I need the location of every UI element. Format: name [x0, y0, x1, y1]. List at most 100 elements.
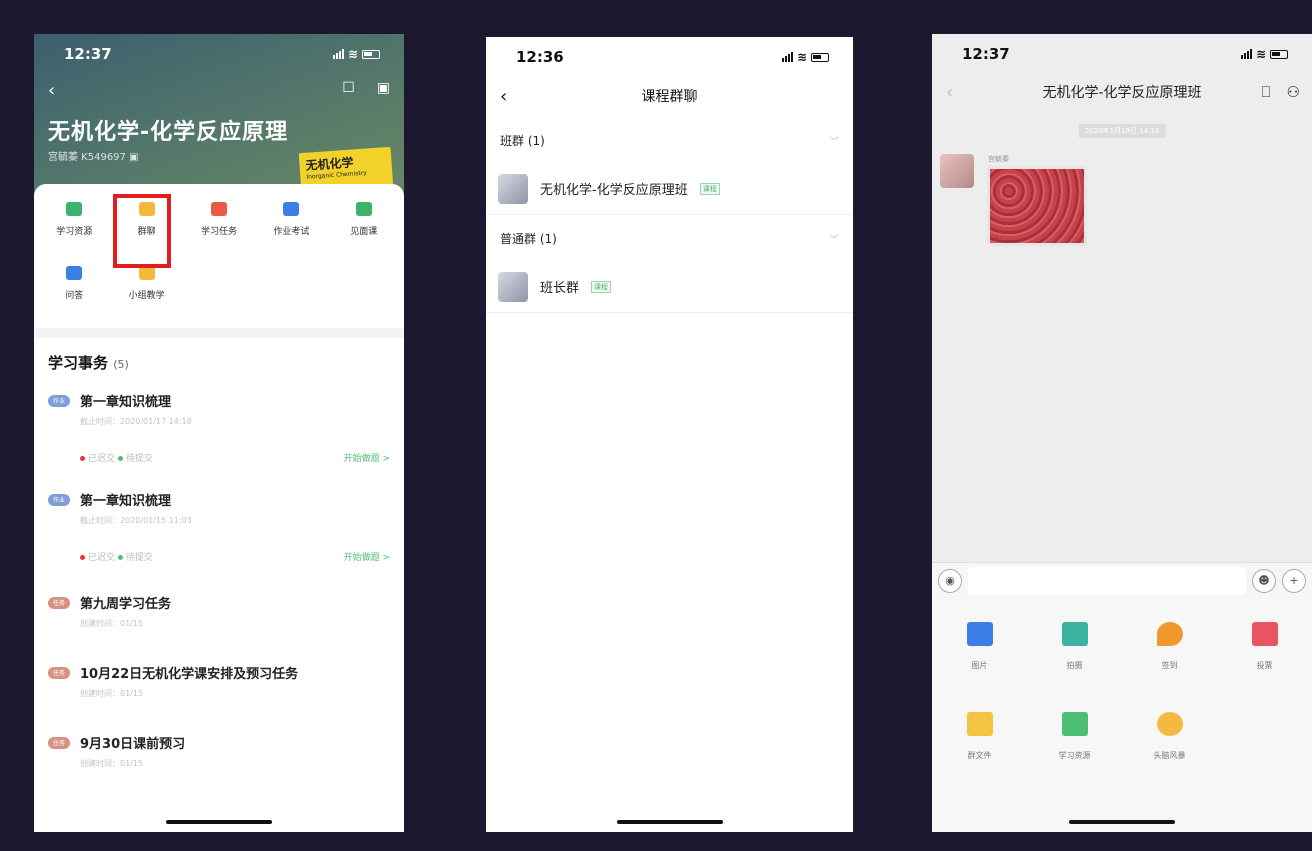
folder-icon: [66, 202, 83, 216]
tool-label: 作业考试: [273, 227, 310, 237]
task-status-late: 已迟交: [88, 454, 116, 464]
group-item[interactable]: 班长群 课程: [486, 261, 853, 313]
pen-icon: [283, 202, 300, 216]
task-status-pending: 待提交: [125, 454, 153, 464]
start-button[interactable]: 开始做题 >: [344, 550, 390, 563]
extra-label: 图片: [971, 661, 988, 670]
tool-group-teaching[interactable]: 小组教学: [110, 266, 182, 318]
back-icon[interactable]: ‹: [946, 82, 953, 103]
course-title: 无机化学-化学反应原理: [48, 120, 289, 145]
task-tag: 任务: [48, 596, 70, 609]
extra-label: 学习资源: [1058, 751, 1091, 760]
extra-group-files[interactable]: 群文件: [932, 712, 1027, 802]
message-icon[interactable]: ☐: [342, 80, 355, 101]
extra-checkin[interactable]: 签到: [1122, 622, 1217, 712]
extra-photo[interactable]: 图片: [932, 622, 1027, 712]
group-item[interactable]: 无机化学-化学反应原理班 课程: [486, 163, 853, 215]
task-title: 10月22日无机化学课安排及预习任务: [80, 667, 299, 682]
task-item[interactable]: 任务 9月30日课前预习 创建时间：01/15: [34, 723, 404, 775]
home-indicator: [166, 820, 272, 824]
message-input[interactable]: [968, 566, 1246, 595]
section-title-text: 学习事务: [48, 354, 109, 372]
chevron-down-icon: ﹀: [829, 234, 839, 246]
avatar[interactable]: [940, 154, 974, 188]
status-icons: ≋: [1240, 47, 1288, 61]
avatar: [498, 271, 528, 302]
extra-label: 群文件: [967, 751, 992, 760]
task-created: 创建时间：01/15: [80, 619, 144, 628]
status-time: 12:37: [64, 45, 112, 63]
tool-grid: 学习资源 群聊 学习任务 作业考试 见面课 问答 小组教学: [34, 184, 404, 318]
group-list-screen: 12:36 ≋ ‹ 课程群聊 班群 (1) ﹀ 无机化学-化学反应原理班 课程 普通…: [486, 37, 853, 832]
task-icon: [210, 202, 227, 216]
start-button[interactable]: 开始做题 >: [344, 451, 390, 464]
extra-vote[interactable]: 投票: [1217, 622, 1312, 712]
back-icon[interactable]: ‹: [500, 86, 507, 107]
course-home-screen: 12:37 ≋ ‹ ☐ ▣ 无机化学-化学反应原理 宫毓蓁 K549697 ▣ …: [34, 34, 404, 832]
task-item[interactable]: 作业 第一章知识梳理 截止时间：2020/01/15 11:03 已迟交 待提交 开…: [34, 480, 404, 569]
extras-panel: 图片 拍摄 签到 投票 群文件 学习资源 头脑风暴: [932, 598, 1312, 832]
group-section-normal[interactable]: 普通群 (1) ﹀: [486, 215, 853, 261]
members-icon[interactable]: ⚇: [1287, 83, 1300, 101]
home-indicator: [616, 820, 723, 824]
task-tag: 任务: [48, 666, 70, 679]
group-section-class[interactable]: 班群 (1) ﹀: [486, 117, 853, 163]
task-title: 第九周学习任务: [80, 597, 172, 612]
status-time: 12:36: [516, 48, 564, 66]
task-item[interactable]: 作业 第一章知识梳理 截止时间：2020/01/17 14:18 已迟交 待提交 开…: [34, 381, 404, 470]
course-content: 学习资源 群聊 学习任务 作业考试 见面课 问答 小组教学 学习事务 (5) 作…: [34, 184, 404, 832]
vote-icon: [1251, 622, 1278, 646]
extra-label: 拍摄: [1066, 661, 1083, 670]
group-name: 班长群: [540, 281, 580, 296]
tool-live-class[interactable]: 见面课: [328, 202, 400, 254]
task-item[interactable]: 任务 第九周学习任务 创建时间：01/15: [34, 583, 404, 635]
lightbulb-icon: [1156, 712, 1183, 736]
avatar: [498, 173, 528, 204]
task-title: 9月30日课前预习: [80, 737, 186, 752]
schedule-icon[interactable]: ▣: [377, 80, 390, 101]
tool-homework-exam[interactable]: 作业考试: [255, 202, 327, 254]
course-tag: 课程: [591, 280, 612, 293]
nav-title: 课程群聊: [641, 89, 698, 105]
task-status-late: 已迟交: [88, 553, 116, 563]
task-item[interactable]: 任务 10月22日无机化学课安排及预习任务 创建时间：01/15: [34, 653, 404, 705]
input-bar: ◉ ☻ +: [932, 562, 1312, 598]
extra-label: 签到: [1161, 661, 1178, 670]
task-title: 第一章知识梳理: [80, 494, 172, 509]
course-meta: 宫毓蓁 K549697 ▣: [48, 152, 139, 163]
back-icon[interactable]: ‹: [48, 80, 55, 101]
tool-label: 学习资源: [56, 227, 93, 237]
extra-learning-resources[interactable]: 学习资源: [1027, 712, 1122, 802]
tool-learning-tasks[interactable]: 学习任务: [183, 202, 255, 254]
tool-label: 问答: [65, 291, 84, 301]
tool-learning-resources[interactable]: 学习资源: [38, 202, 110, 254]
extra-brainstorm[interactable]: 头脑风暴: [1122, 712, 1217, 802]
file-icon[interactable]: ⎕: [1262, 83, 1271, 101]
tool-qa[interactable]: 问答: [38, 266, 110, 318]
sender-name: 宫毓蓁: [988, 155, 1009, 163]
voice-icon[interactable]: ◉: [938, 568, 962, 593]
group-chat-highlight: [113, 194, 171, 268]
task-status-pending: 待提交: [125, 553, 153, 563]
group-name: 无机化学-化学反应原理班: [540, 183, 688, 198]
status-bar: 12:37 ≋: [34, 34, 404, 74]
task-deadline: 截止时间：2020/01/17 14:18: [80, 417, 192, 426]
status-bar: 12:37 ≋: [932, 34, 1312, 74]
extra-camera[interactable]: 拍摄: [1027, 622, 1122, 712]
plus-icon[interactable]: +: [1282, 568, 1306, 593]
task-title: 第一章知识梳理: [80, 395, 172, 410]
emoji-icon[interactable]: ☻: [1252, 568, 1276, 593]
task-created: 创建时间：01/15: [80, 759, 144, 768]
message-image[interactable]: [987, 166, 1087, 246]
extra-label: 头脑风暴: [1153, 751, 1186, 760]
timestamp-chip: 2020年1月19日 14:19: [1078, 124, 1166, 138]
question-icon: [66, 266, 83, 280]
status-bar: 12:36 ≋: [486, 37, 853, 77]
task-created: 创建时间：01/15: [80, 689, 144, 698]
status-icons: ≋: [781, 50, 829, 64]
chevron-down-icon: ﹀: [829, 136, 839, 148]
folder-icon: [966, 712, 993, 736]
nav-title: 无机化学-化学反应原理班: [1042, 85, 1202, 101]
tool-label: 小组教学: [128, 291, 165, 301]
image-icon: [966, 622, 993, 646]
